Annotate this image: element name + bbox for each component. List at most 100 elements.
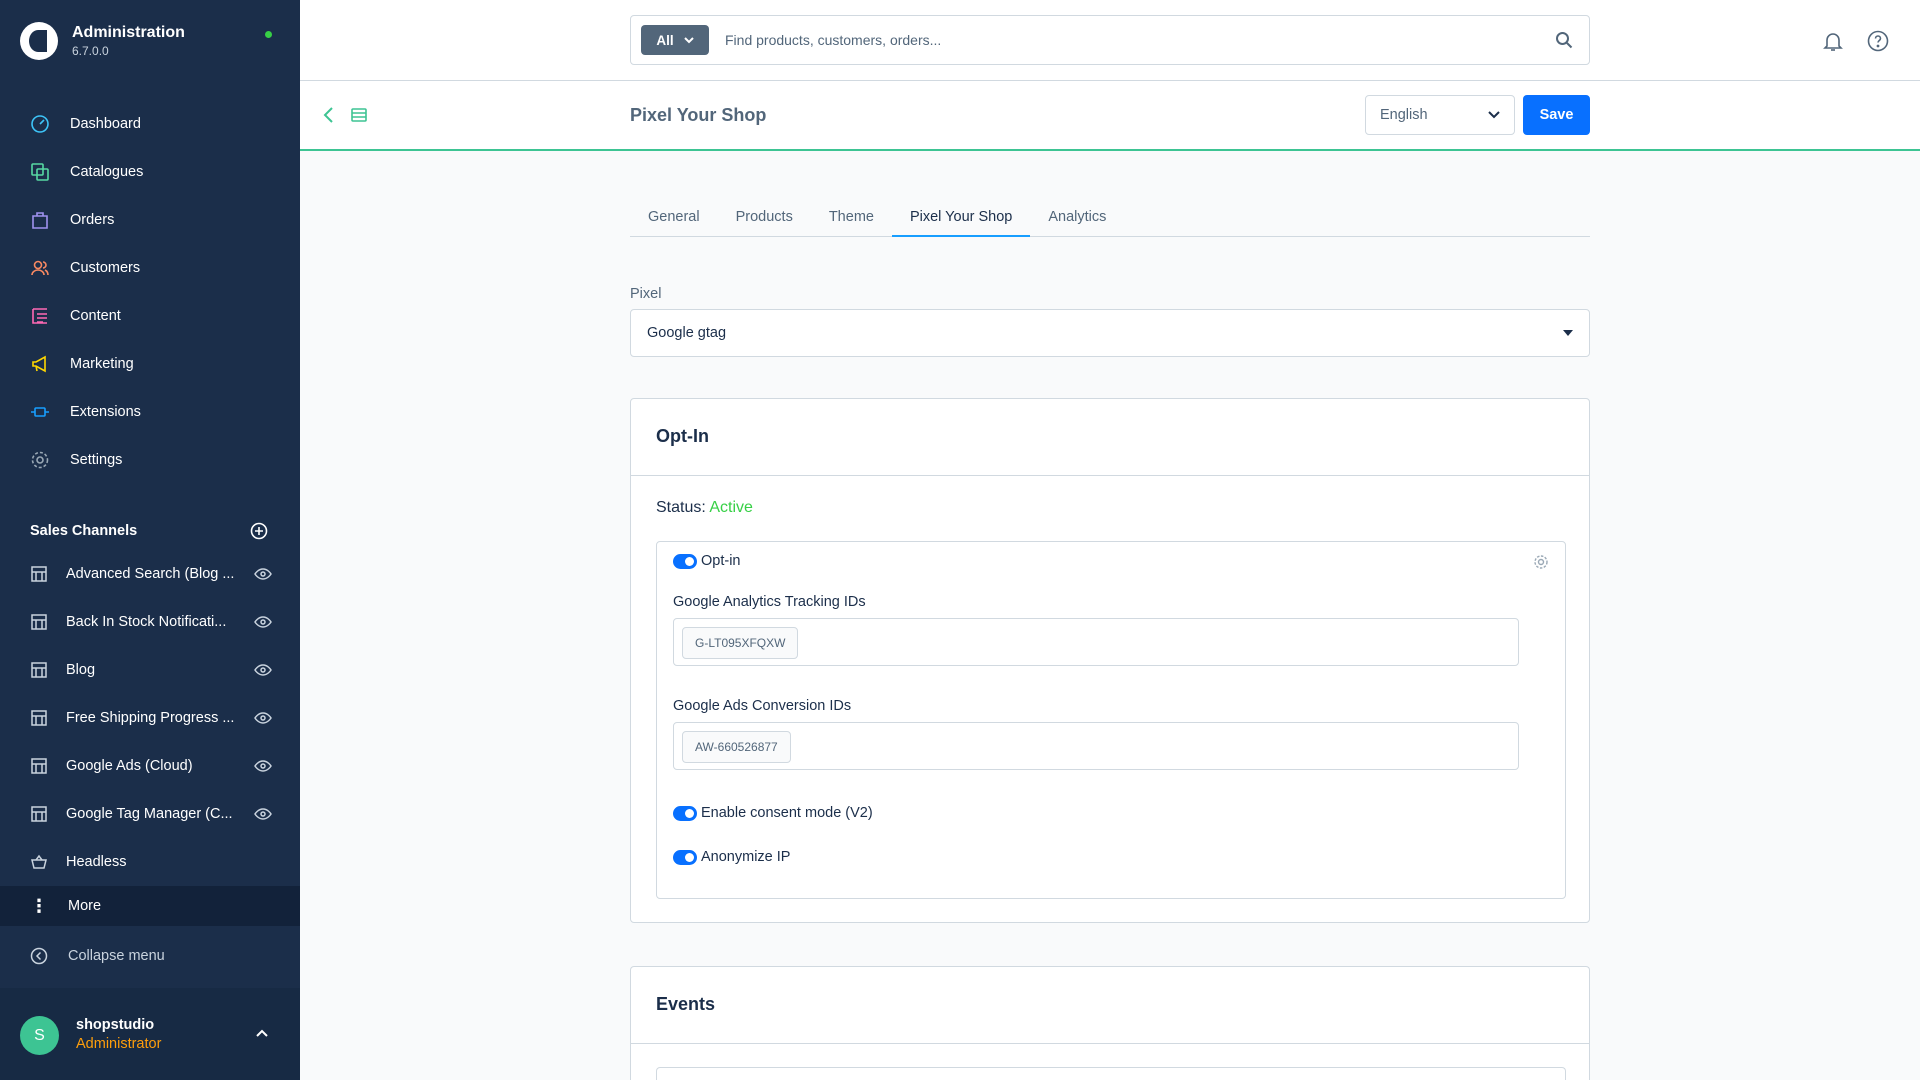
toggle-label: Enable consent mode (V2): [701, 805, 873, 821]
tab-pixel-your-shop[interactable]: Pixel Your Shop: [891, 197, 1031, 237]
card-title: Events: [631, 967, 1589, 1044]
language-select[interactable]: English: [1365, 95, 1515, 135]
status-value: Active: [709, 499, 753, 516]
nav-item-dashboard[interactable]: Dashboard: [0, 100, 300, 148]
events-card: Events: [630, 966, 1590, 1080]
avatar: S: [20, 1016, 59, 1055]
search-scope-label: All: [656, 32, 674, 48]
tab-products[interactable]: Products: [718, 197, 811, 237]
add-sales-channel-icon[interactable]: [250, 522, 268, 540]
search-input[interactable]: [725, 32, 1545, 48]
collapse-icon: [30, 947, 48, 965]
customers-icon: [31, 260, 49, 276]
nav-label: Extensions: [70, 404, 141, 420]
nav-item-marketing[interactable]: Marketing: [0, 340, 300, 388]
ads-conversion-ids-field[interactable]: AW-660526877: [673, 722, 1519, 770]
sales-channel-label: Google Ads (Cloud): [66, 758, 193, 774]
sales-channel-item[interactable]: Headless: [0, 838, 300, 886]
user-name: shopstudio: [76, 1017, 155, 1033]
chevron-down-icon: [1488, 111, 1500, 119]
sales-channel-label: Headless: [66, 854, 127, 870]
ads-conversion-label: Google Ads Conversion IDs: [673, 698, 852, 714]
sales-channel-label: Google Tag Manager (C...: [66, 806, 233, 822]
sales-channel-item[interactable]: Back In Stock Notificati...: [0, 598, 300, 646]
nav-label: Dashboard: [70, 116, 141, 132]
nav-label: Catalogues: [70, 164, 144, 180]
chevron-down-icon: [1563, 329, 1573, 336]
tab-analytics[interactable]: Analytics: [1030, 197, 1124, 237]
eye-icon[interactable]: [254, 808, 272, 820]
nav-label: Marketing: [70, 356, 134, 372]
pixel-value: Google gtag: [647, 325, 727, 341]
nav-item-extensions[interactable]: Extensions: [0, 388, 300, 436]
brand[interactable]: Administration 6.7.0.0: [20, 22, 185, 60]
help-icon[interactable]: [1867, 30, 1889, 52]
nav-item-content[interactable]: Content: [0, 292, 300, 340]
search-icon[interactable]: [1555, 31, 1573, 49]
toggle-label: Opt-in: [701, 553, 741, 569]
save-button[interactable]: Save: [1523, 95, 1590, 135]
eye-icon[interactable]: [254, 616, 272, 628]
eye-icon[interactable]: [254, 712, 272, 724]
eye-icon[interactable]: [254, 568, 272, 580]
sales-channel-item[interactable]: Blog: [0, 646, 300, 694]
consent-mode-row: Enable consent mode (V2): [673, 805, 873, 821]
tab-bar: General Products Theme Pixel Your Shop A…: [630, 197, 1590, 237]
eye-icon[interactable]: [254, 760, 272, 772]
sales-channels-header: Sales Channels: [30, 522, 268, 540]
smart-bar: Pixel Your Shop English Save: [300, 81, 1920, 151]
list-icon[interactable]: [350, 106, 368, 124]
more-button[interactable]: ⋮ More: [0, 886, 300, 926]
opt-in-toggle[interactable]: [673, 553, 697, 569]
user-profile[interactable]: S shopstudio Administrator: [0, 988, 300, 1080]
user-role: Administrator: [76, 1036, 162, 1052]
back-arrow-icon[interactable]: [322, 106, 334, 124]
sidebar: Administration 6.7.0.0 Dashboard Catalog…: [0, 0, 300, 1080]
content-icon: [32, 308, 47, 324]
search-scope-dropdown[interactable]: All: [641, 25, 709, 55]
consent-mode-toggle[interactable]: [673, 805, 697, 821]
tab-general[interactable]: General: [630, 197, 718, 237]
sales-channel-item[interactable]: Free Shipping Progress ...: [0, 694, 300, 742]
dashboard-icon: [31, 115, 49, 133]
sales-channel-item[interactable]: Google Ads (Cloud): [0, 742, 300, 790]
gear-icon[interactable]: [1533, 554, 1549, 570]
tab-theme[interactable]: Theme: [811, 197, 892, 237]
more-icon: ⋮: [30, 895, 48, 916]
nav-label: Orders: [70, 212, 115, 228]
headless-basket-icon: [31, 854, 47, 869]
nav-label: Settings: [70, 452, 123, 468]
main-nav: Dashboard Catalogues Orders Customers Co…: [0, 100, 300, 484]
nav-item-catalogues[interactable]: Catalogues: [0, 148, 300, 196]
sales-channel-item[interactable]: Google Tag Manager (C...: [0, 790, 300, 838]
collapse-label: Collapse menu: [68, 948, 165, 964]
storefront-icon: [31, 710, 47, 726]
tag[interactable]: G-LT095XFQXW: [682, 627, 799, 659]
sales-channel-item[interactable]: Advanced Search (Blog ...: [0, 550, 300, 598]
bell-icon[interactable]: [1822, 30, 1844, 52]
shopware-logo-icon: [20, 22, 58, 60]
collapse-menu-button[interactable]: Collapse menu: [0, 936, 300, 976]
sales-channel-label: Free Shipping Progress ...: [66, 710, 235, 726]
chevron-up-icon[interactable]: [255, 1028, 269, 1038]
toggle-label: Anonymize IP: [701, 849, 791, 865]
chevron-down-icon: [683, 36, 694, 43]
app-version: 6.7.0.0: [72, 44, 109, 58]
opt-in-toggle-row: Opt-in: [673, 553, 741, 569]
nav-item-settings[interactable]: Settings: [0, 436, 300, 484]
storefront-icon: [31, 806, 47, 822]
opt-in-card: Opt-In Status: Active Opt-in Google Anal…: [630, 398, 1590, 923]
anonymize-ip-toggle[interactable]: [673, 849, 697, 865]
eye-icon[interactable]: [254, 664, 272, 676]
storefront-icon: [31, 662, 47, 678]
language-value: English: [1380, 107, 1428, 123]
more-label: More: [68, 898, 102, 914]
top-bar: All: [300, 0, 1920, 81]
nav-item-customers[interactable]: Customers: [0, 244, 300, 292]
nav-item-orders[interactable]: Orders: [0, 196, 300, 244]
orders-icon: [32, 212, 48, 229]
pixel-select[interactable]: Google gtag: [630, 309, 1590, 357]
storefront-icon: [31, 566, 47, 582]
tag[interactable]: AW-660526877: [682, 731, 791, 763]
ga-tracking-ids-field[interactable]: G-LT095XFQXW: [673, 618, 1519, 666]
